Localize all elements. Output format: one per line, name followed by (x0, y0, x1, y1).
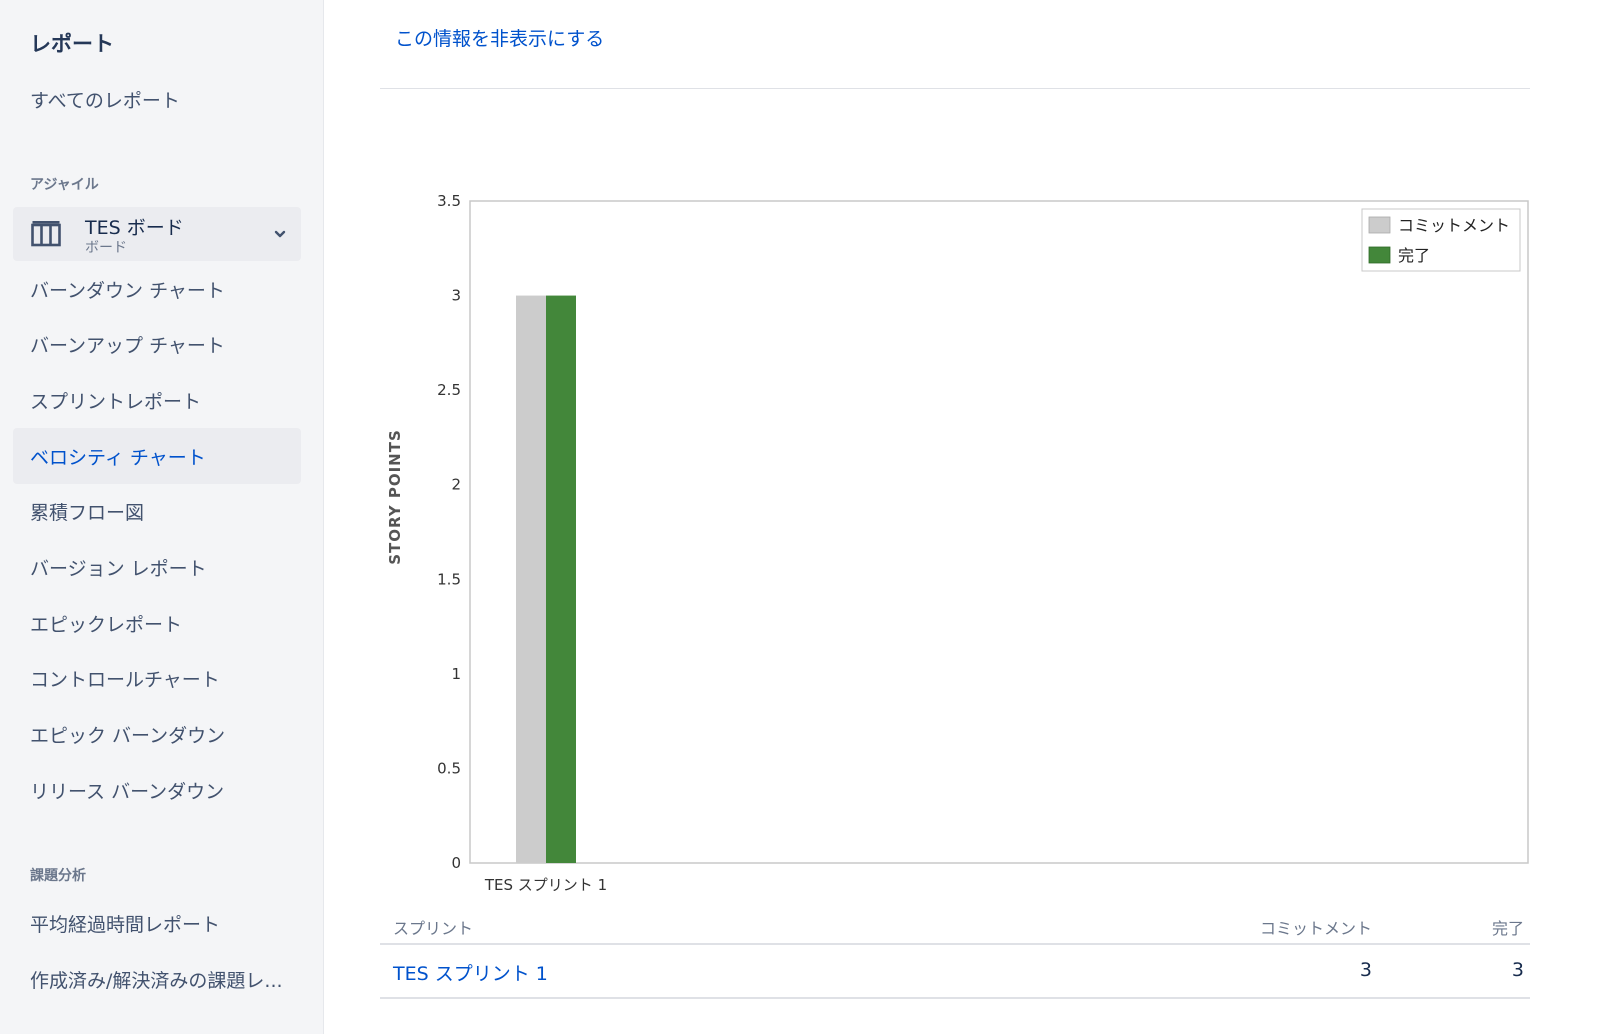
header-done: 完了 (1491, 919, 1524, 938)
sidebar-item-average-age[interactable]: 平均経過時間レポート (13, 895, 301, 951)
sidebar-item-release-burndown[interactable]: リリース バーンダウン (13, 762, 301, 818)
sidebar-item-created-resolved[interactable]: 作成済み/解決済みの課題レ... (13, 951, 301, 1007)
sidebar-item-burnup[interactable]: バーンアップ チャート (13, 316, 301, 372)
legend-swatch-done (1368, 246, 1391, 264)
board-icon (31, 221, 61, 247)
hide-info-link[interactable]: この情報を非表示にする (395, 24, 604, 51)
header-commitment: コミットメント (1259, 919, 1372, 938)
board-type: ボード (85, 240, 127, 256)
y-tick-label: 3 (451, 287, 461, 305)
table-header: スプリント コミットメント 完了 (380, 905, 1530, 945)
sidebar-item-velocity[interactable]: ベロシティ チャート (13, 428, 301, 484)
sidebar-item-burndown[interactable]: バーンダウン チャート (13, 261, 301, 317)
y-tick-label: 2 (451, 476, 461, 494)
sidebar-section-agile: アジャイル (30, 177, 99, 193)
x-ticks: TES スプリント 1 (484, 876, 607, 894)
bar-done (546, 295, 576, 863)
legend: コミットメント 完了 (1361, 208, 1521, 272)
legend-label-commitment: コミットメント (1398, 216, 1510, 235)
board-name: TES ボード (85, 217, 184, 239)
sidebar-item-sprint-report[interactable]: スプリントレポート (13, 372, 301, 428)
velocity-chart: STORY POINTS 0 0.5 1 1.5 2 2.5 3 3.5 TES スプリント … (386, 192, 1529, 894)
commitment-value: 3 (1359, 959, 1372, 981)
y-tick-label: 0.5 (437, 759, 461, 777)
sidebar-item-control-chart[interactable]: コントロールチャート (13, 650, 301, 706)
sidebar: レポート すべてのレポート アジャイル TES ボード ボード バーンダウン チ… (0, 0, 324, 1034)
board-selector[interactable]: TES ボード ボード (13, 207, 301, 261)
plot-area (469, 200, 1529, 864)
y-tick-label: 0 (451, 854, 461, 872)
velocity-table: スプリント コミットメント 完了 TES スプリント 1 3 3 (380, 905, 1530, 999)
bars (516, 295, 576, 863)
y-tick-label: 2.5 (437, 381, 461, 399)
bar-commitment (516, 295, 546, 863)
sidebar-item-all-reports[interactable]: すべてのレポート (13, 71, 301, 127)
sprint-link[interactable]: TES スプリント 1 (393, 959, 548, 986)
legend-label-done: 完了 (1398, 246, 1430, 265)
sidebar-section-issue-analysis: 課題分析 (30, 868, 86, 884)
chevron-down-icon[interactable] (273, 227, 287, 241)
done-value: 3 (1511, 959, 1524, 981)
legend-swatch-commitment (1368, 216, 1391, 234)
y-axis-label: STORY POINTS (386, 429, 404, 565)
sidebar-item-version-report[interactable]: バージョン レポート (13, 539, 301, 595)
y-tick-label: 3.5 (437, 192, 461, 210)
y-tick-label: 1 (451, 665, 461, 683)
header-sprint: スプリント (393, 919, 474, 938)
x-tick-label: TES スプリント 1 (484, 876, 607, 894)
sidebar-item-cumulative-flow[interactable]: 累積フロー図 (13, 483, 301, 539)
sidebar-item-epic-report[interactable]: エピックレポート (13, 595, 301, 651)
y-tick-label: 1.5 (437, 570, 461, 588)
table-row: TES スプリント 1 3 3 (380, 945, 1530, 999)
y-ticks: 0 0.5 1 1.5 2 2.5 3 3.5 (437, 192, 461, 872)
sidebar-item-epic-burndown[interactable]: エピック バーンダウン (13, 706, 301, 762)
divider (380, 88, 1530, 89)
sidebar-title: レポート (30, 32, 114, 56)
